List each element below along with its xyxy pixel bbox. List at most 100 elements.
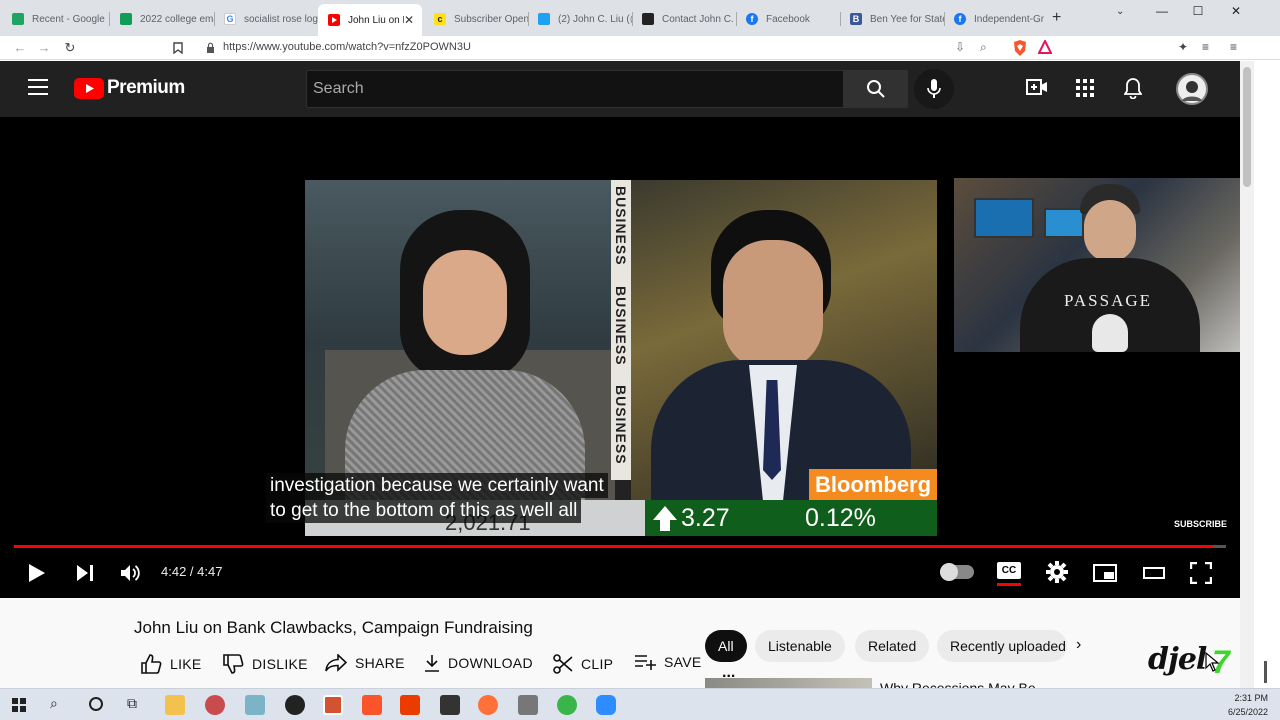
install-icon[interactable]: ⇩ — [955, 40, 965, 54]
cortana-icon[interactable] — [89, 697, 103, 711]
app-icon[interactable] — [557, 695, 577, 715]
minimize-button[interactable]: — — [1144, 4, 1180, 24]
google-sheets-icon — [120, 13, 132, 25]
extensions-icon[interactable]: ✦ — [1178, 40, 1188, 54]
office-icon[interactable] — [400, 695, 420, 715]
brave-shield-icon[interactable] — [1012, 39, 1028, 57]
chip-related[interactable]: Related — [855, 630, 930, 662]
next-icon — [77, 565, 93, 581]
clip-label: CLIP — [581, 656, 614, 672]
download-button[interactable]: DOWNLOAD — [424, 654, 533, 672]
tab-ben-yee[interactable]: B Ben Yee for State — [840, 6, 944, 32]
clip-button[interactable]: CLIP — [553, 654, 613, 674]
playlist-add-icon — [635, 655, 656, 670]
related-video-title[interactable]: Why Recessions May Be — [880, 678, 1036, 688]
new-tab-button[interactable]: + — [1052, 9, 1061, 27]
task-view-icon[interactable]: ⧉ — [127, 695, 137, 712]
autoplay-toggle[interactable] — [940, 563, 974, 581]
play-button[interactable] — [28, 563, 46, 583]
app-icon[interactable] — [440, 695, 460, 715]
tab-independent-groc[interactable]: f Independent-Groc — [944, 6, 1044, 32]
app-icon[interactable] — [245, 695, 265, 715]
chips-next-arrow-icon[interactable]: › — [1076, 636, 1081, 654]
business-banner: BUSINESS BUSINESS BUSINESS — [611, 180, 631, 480]
cc-icon: CC — [1001, 565, 1017, 576]
person-face — [1084, 200, 1136, 262]
youtube-logo[interactable]: Premium — [74, 77, 185, 99]
obs-icon[interactable] — [285, 695, 305, 715]
tab-label: 2022 college ema — [140, 13, 214, 25]
save-button[interactable]: SAVE — [634, 654, 702, 670]
anchor-face — [423, 250, 507, 355]
video-title: John Liu on Bank Clawbacks, Campaign Fun… — [134, 618, 533, 637]
hamburger-menu-icon[interactable] — [28, 79, 48, 95]
close-tab-icon[interactable]: ✕ — [404, 13, 414, 27]
system-clock[interactable]: 2:31 PM 6/25/2022 — [1228, 691, 1268, 719]
share-button[interactable]: SHARE — [325, 654, 405, 672]
related-video-thumbnail[interactable] — [705, 678, 872, 688]
maximize-button[interactable]: ☐ — [1180, 4, 1216, 24]
tab-search-icon[interactable]: ⌄ — [1116, 6, 1124, 17]
chip-all[interactable]: All — [705, 630, 747, 662]
tab-socialist-rose[interactable]: G socialist rose logo — [214, 6, 318, 32]
scrollbar-thumb[interactable] — [1243, 67, 1251, 187]
account-avatar[interactable] — [1176, 73, 1208, 105]
menu-icon[interactable]: ≡ — [1230, 40, 1237, 54]
apps-grid-icon[interactable] — [1076, 79, 1094, 97]
tab-contact-john[interactable]: Contact John C. L — [632, 6, 736, 32]
progress-bar[interactable] — [14, 545, 1226, 548]
close-window-button[interactable]: ✕ — [1218, 4, 1254, 24]
search-input[interactable]: Search — [306, 70, 844, 108]
fullscreen-button[interactable] — [1190, 562, 1212, 584]
progress-played — [14, 545, 1214, 548]
miniplayer-button[interactable] — [1093, 564, 1117, 582]
facebook-icon: f — [746, 13, 758, 25]
forward-icon[interactable]: → — [34, 38, 54, 58]
calculator-icon[interactable] — [518, 695, 538, 715]
powerpoint-icon[interactable] — [323, 695, 343, 715]
clock-time: 2:31 PM — [1234, 693, 1268, 703]
dislike-button[interactable]: DISLIKE — [222, 654, 308, 674]
page-scrollbar[interactable] — [1240, 61, 1254, 688]
tab-college-emails[interactable]: 2022 college ema — [110, 6, 214, 32]
subscribe-watermark[interactable]: SUBSCRIBE — [1174, 519, 1227, 529]
back-icon[interactable]: ← — [10, 38, 30, 58]
bookmark-icon[interactable] — [168, 38, 188, 58]
tab-label: Subscriber Openi — [454, 13, 528, 25]
create-video-icon[interactable] — [1026, 78, 1048, 96]
firefox-icon[interactable] — [478, 695, 498, 715]
tab-john-liu-youtube[interactable]: John Liu on B ✕ — [318, 4, 422, 36]
ticker-bar: 3.27 0.12% — [645, 500, 937, 536]
like-button[interactable]: LIKE — [140, 654, 202, 674]
closed-captions-button[interactable]: CC — [997, 562, 1021, 579]
voice-search-button[interactable] — [914, 69, 954, 109]
mouse-cursor-icon — [1204, 652, 1220, 672]
reload-icon[interactable]: ↻ — [60, 38, 80, 58]
brave-rewards-icon[interactable] — [1038, 40, 1052, 54]
mute-button[interactable] — [120, 563, 142, 583]
theater-mode-button[interactable] — [1143, 567, 1165, 579]
search-button[interactable] — [844, 70, 908, 108]
tab-subscriber-opening[interactable]: c Subscriber Openi — [424, 6, 528, 32]
settings-button[interactable] — [1046, 561, 1068, 583]
url-text[interactable]: https://www.youtube.com/watch?v=nfzZ0POW… — [223, 41, 471, 53]
zoom-app-icon[interactable] — [596, 695, 616, 715]
file-explorer-icon[interactable] — [165, 695, 185, 715]
app-icon[interactable] — [205, 695, 225, 715]
playlist-icon[interactable]: ≡ — [1202, 40, 1209, 54]
windows-start-icon[interactable] — [12, 698, 26, 712]
notifications-bell-icon[interactable] — [1124, 78, 1142, 99]
tab-twitter[interactable]: (2) John C. Liu (@ — [528, 6, 632, 32]
search-icon[interactable]: ⌕ — [50, 695, 58, 712]
chip-listenable[interactable]: Listenable — [755, 630, 845, 662]
next-button[interactable] — [76, 563, 94, 583]
download-icon — [425, 655, 439, 672]
brave-browser-icon[interactable] — [362, 695, 382, 715]
video-player[interactable]: BUSINESS BUSINESS BUSINESS Bloomberg 2,0… — [2, 117, 1264, 597]
tab-recent-google[interactable]: Recent - Google — [2, 6, 106, 32]
zoom-icon[interactable]: ⌕ — [980, 40, 987, 55]
mailchimp-icon: c — [434, 13, 446, 25]
tab-facebook[interactable]: f Facebook — [736, 6, 840, 32]
windows-taskbar: ⌕ ⧉ 2:31 PM 6/25/2022 — [0, 688, 1280, 720]
chip-recently-uploaded[interactable]: Recently uploaded — [937, 630, 1067, 662]
